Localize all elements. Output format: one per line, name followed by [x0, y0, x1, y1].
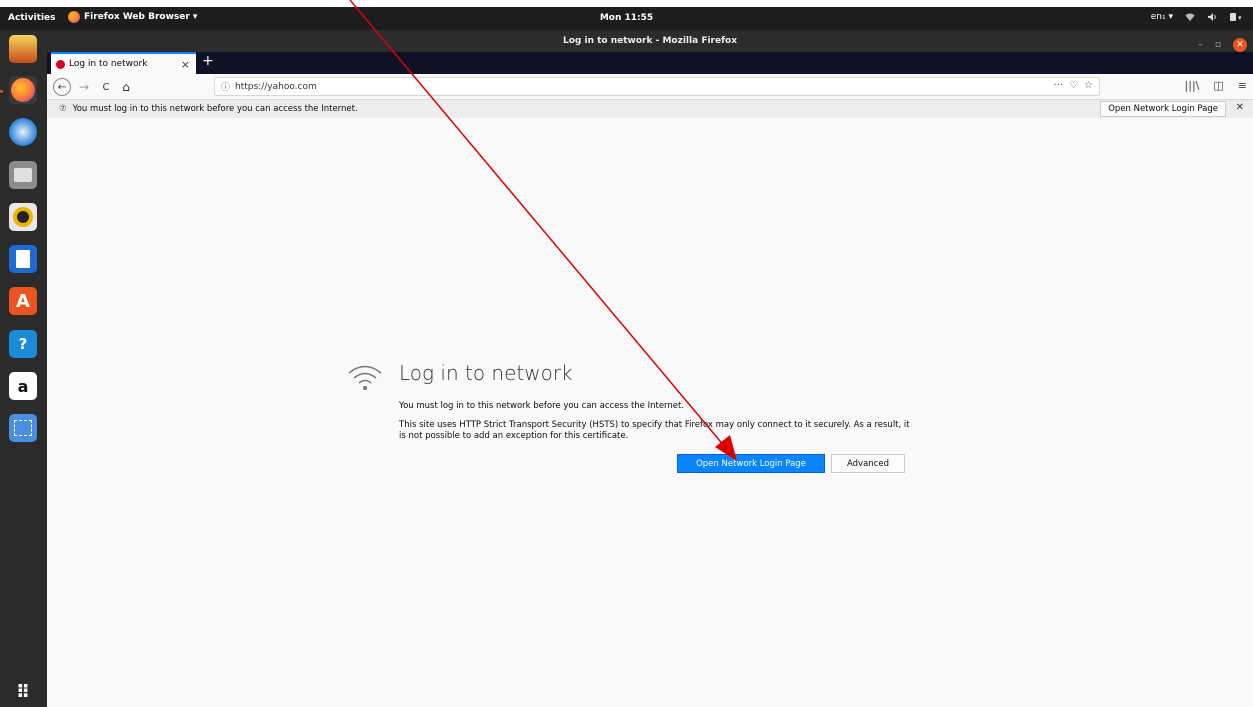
- new-tab-button[interactable]: +: [202, 53, 214, 69]
- forward-button[interactable]: →: [77, 78, 91, 96]
- error-message: You must log in to this network before y…: [399, 401, 685, 411]
- window-titlebar: Log in to network - Mozilla Firefox – ▫ …: [47, 30, 1253, 52]
- volume-icon: [1208, 13, 1216, 21]
- language-indicator[interactable]: en₁ ▾: [1151, 12, 1173, 22]
- error-container: Log in to network You must log in to thi…: [348, 361, 959, 473]
- help-circle-icon: ⑦: [59, 104, 67, 114]
- rhythmbox-icon[interactable]: [9, 203, 37, 231]
- software-icon[interactable]: [9, 35, 37, 63]
- hsts-explanation: This site uses HTTP Strict Transport Sec…: [399, 420, 910, 441]
- close-window-button[interactable]: ✕: [1233, 38, 1247, 52]
- firefox-launcher[interactable]: [9, 76, 37, 104]
- show-applications-icon[interactable]: ⠿: [9, 678, 37, 706]
- close-tab-button[interactable]: ×: [181, 58, 190, 71]
- screenshot-icon[interactable]: [9, 414, 37, 442]
- advanced-button[interactable]: Advanced: [831, 454, 905, 473]
- battery-icon: ▾: [1230, 13, 1242, 22]
- menu-icon[interactable]: ≡: [1238, 79, 1247, 92]
- writer-icon[interactable]: [9, 245, 37, 273]
- site-info-icon[interactable]: ⓘ: [221, 80, 230, 93]
- ubuntu-dock: A ? a ⠿: [0, 30, 47, 707]
- bookmark-star-icon[interactable]: ☆: [1084, 80, 1093, 91]
- firefox-icon: [11, 78, 35, 102]
- open-network-login-page-button[interactable]: Open Network Login Page: [677, 454, 825, 473]
- wifi-icon: [1185, 13, 1195, 21]
- page-actions-button[interactable]: ···: [1054, 80, 1064, 91]
- app-center-icon[interactable]: A: [9, 287, 37, 315]
- page-content: Log in to network You must log in to thi…: [47, 118, 1253, 707]
- library-icon[interactable]: |||\: [1185, 79, 1200, 92]
- notification-text: You must log in to this network before y…: [72, 104, 358, 114]
- tab-label: Log in to network: [69, 59, 148, 69]
- wifi-icon: [348, 365, 382, 390]
- clock[interactable]: Mon 11:55: [0, 13, 1253, 23]
- pocket-icon[interactable]: ♡: [1069, 80, 1078, 91]
- thunderbird-icon[interactable]: [9, 118, 37, 146]
- files-icon[interactable]: [9, 161, 37, 189]
- captive-portal-notification: ⑦ You must log in to this network before…: [47, 100, 1253, 118]
- back-button[interactable]: ←: [53, 78, 71, 96]
- sidebar-icon[interactable]: ◫: [1213, 79, 1223, 92]
- reload-button[interactable]: C: [99, 78, 113, 96]
- url-text[interactable]: https://yahoo.com: [235, 82, 317, 92]
- url-bar[interactable]: ⓘ https://yahoo.com ··· ♡ ☆: [214, 77, 1100, 96]
- warning-icon: [56, 59, 65, 69]
- running-indicator: [0, 90, 3, 93]
- home-button[interactable]: ⌂: [119, 78, 133, 96]
- navigation-toolbar: ← → C ⌂ ⓘ https://yahoo.com ··· ♡ ☆ |||\…: [47, 74, 1253, 100]
- system-tray[interactable]: en₁ ▾ ▾: [1151, 12, 1243, 22]
- svg-text:▾: ▾: [1238, 14, 1242, 22]
- notification-close-button[interactable]: ✕: [1236, 102, 1244, 113]
- gnome-top-bar: Activities Firefox Web Browser ▾ Mon 11:…: [0, 7, 1253, 30]
- window-title: Log in to network - Mozilla Firefox: [563, 36, 737, 46]
- notification-open-login-button[interactable]: Open Network Login Page: [1100, 101, 1226, 117]
- amazon-icon[interactable]: a: [9, 372, 37, 400]
- tab-log-in-to-network[interactable]: Log in to network ×: [51, 52, 196, 74]
- tab-strip: Log in to network × +: [47, 52, 1253, 74]
- help-icon[interactable]: ?: [9, 330, 37, 358]
- error-title: Log in to network: [399, 361, 573, 385]
